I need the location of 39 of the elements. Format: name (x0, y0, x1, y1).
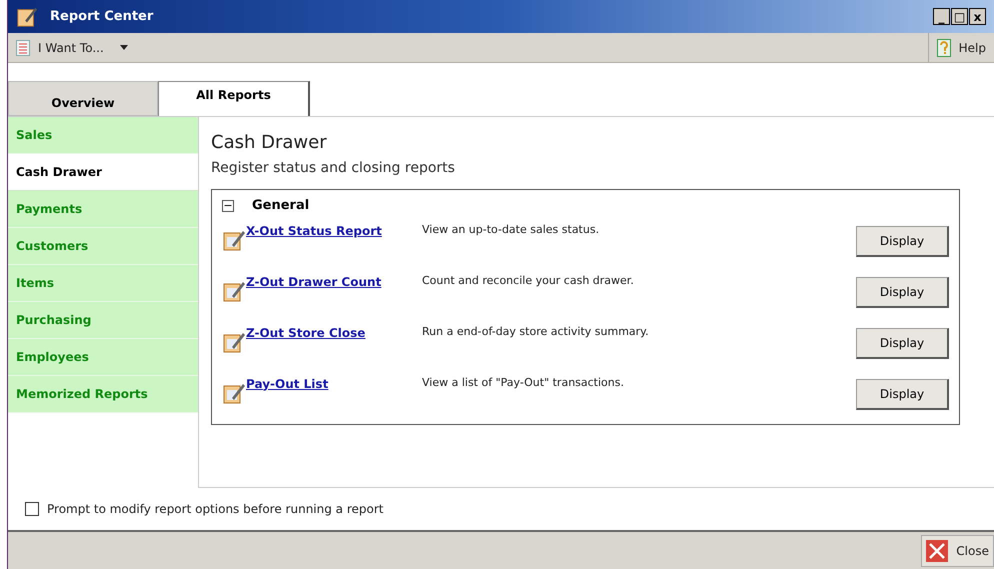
help-button[interactable]: Help (928, 38, 994, 56)
report-description: View an up-to-date sales status. (422, 222, 600, 238)
checkbox[interactable] (25, 502, 39, 516)
sidebar-item[interactable]: Sales (8, 117, 198, 154)
report-link[interactable]: Pay-Out List (246, 374, 422, 392)
display-button[interactable]: Display (856, 328, 949, 358)
tab[interactable]: All Reports (158, 81, 310, 116)
sidebar-item[interactable]: Purchasing (8, 302, 198, 339)
report-description: Count and reconcile your cash drawer. (422, 272, 635, 288)
list-icon (16, 40, 30, 56)
caret-icon (120, 45, 128, 50)
section-subtitle: Register status and closing reports (211, 159, 456, 178)
window-title: Report Center (50, 8, 154, 26)
sidebar-item[interactable]: Memorized Reports (8, 376, 198, 413)
report-link[interactable]: Z-Out Drawer Count (246, 272, 422, 290)
report-icon (16, 6, 38, 28)
checkbox-label: Prompt to modify report options before running a report (47, 501, 384, 518)
sidebar-item[interactable]: Payments (8, 191, 198, 228)
display-button[interactable]: Display (856, 226, 949, 256)
display-button[interactable]: Display (856, 378, 949, 410)
tab[interactable]: Overview (8, 81, 158, 116)
window-control[interactable]: x (969, 8, 986, 25)
sidebar-item[interactable]: Employees (8, 339, 198, 376)
help-icon (936, 38, 951, 56)
i-want-to-menu[interactable]: I Want To... (8, 38, 136, 56)
sidebar-item[interactable]: Items (8, 265, 198, 302)
close-icon (926, 540, 948, 562)
section-title: Cash Drawer (211, 131, 328, 155)
window-control[interactable]: _ (933, 8, 950, 25)
report-link[interactable]: X-Out Status Report (246, 222, 422, 240)
display-button[interactable]: Display (856, 276, 949, 308)
report-description: Run a end-of-day store activity summary. (422, 324, 650, 340)
report-link[interactable]: Z-Out Store Close (246, 324, 422, 342)
close-button[interactable]: Close (921, 534, 994, 566)
collapse-toggle[interactable]: − (222, 200, 234, 212)
report-description: View a list of "Pay-Out" transactions. (422, 374, 625, 390)
window-control[interactable]: □ (951, 8, 968, 25)
sidebar-item[interactable]: Customers (8, 228, 198, 265)
group-title: General (252, 197, 310, 215)
